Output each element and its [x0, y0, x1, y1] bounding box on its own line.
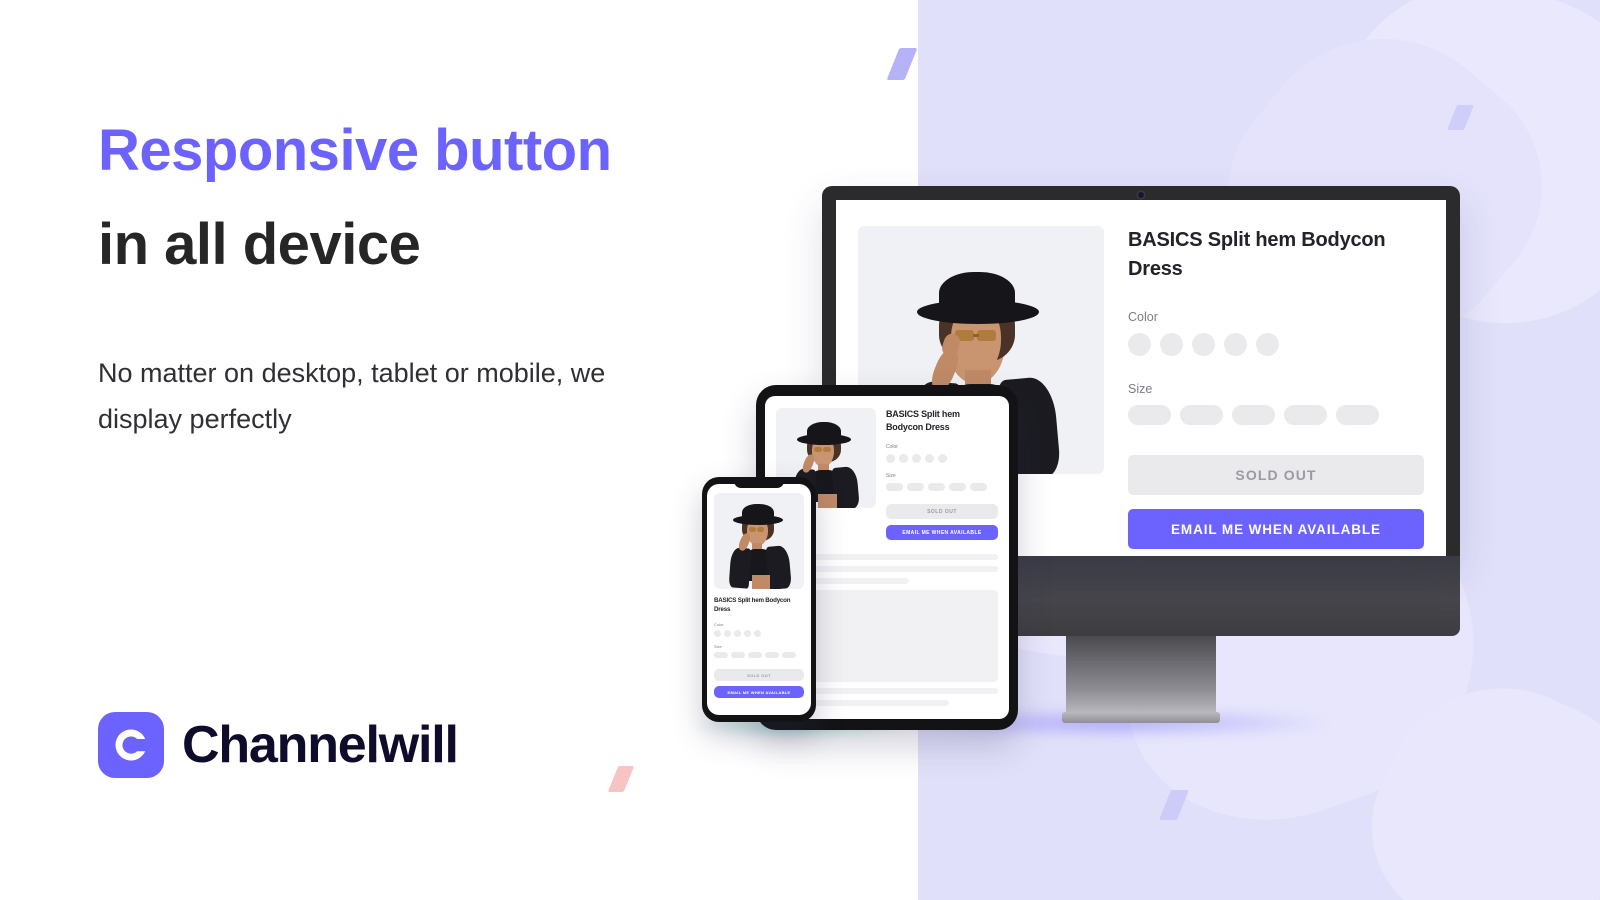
size-option-label: Size — [1128, 382, 1153, 396]
size-option-label: Size — [886, 473, 896, 480]
email-me-when-available-button[interactable]: EMAIL ME WHEN AVAILABLE — [714, 686, 804, 699]
color-swatch[interactable] — [1224, 333, 1247, 356]
phone-notch — [734, 484, 784, 488]
decor-diamond-pink — [607, 766, 635, 792]
size-swatch[interactable] — [714, 651, 728, 659]
size-swatch[interactable] — [782, 651, 796, 659]
size-swatch[interactable] — [1232, 405, 1275, 425]
decor-diamond-lavender — [1158, 790, 1190, 820]
sold-out-button: SOLD OUT — [714, 669, 804, 682]
product-title: BASICS Split hem Bodycon Dress — [714, 597, 791, 614]
product-info-desktop: BASICS Split hem Bodycon Dress Color Siz… — [1128, 226, 1424, 556]
sold-out-button: SOLD OUT — [1128, 455, 1424, 495]
size-swatch[interactable] — [748, 651, 762, 659]
color-swatch[interactable] — [724, 629, 731, 637]
color-swatch[interactable] — [754, 629, 761, 637]
color-option-label: Color — [714, 621, 724, 627]
size-swatch[interactable] — [949, 483, 966, 492]
size-swatch[interactable] — [886, 483, 903, 492]
brand-logo: Channelwill — [98, 712, 459, 778]
size-swatch[interactable] — [1284, 405, 1327, 425]
color-option-label: Color — [886, 444, 898, 451]
decor-diamond-lavender — [1446, 105, 1475, 130]
email-me-when-available-button[interactable]: EMAIL ME WHEN AVAILABLE — [1128, 509, 1424, 549]
color-swatch[interactable] — [938, 454, 947, 464]
color-swatch[interactable] — [925, 454, 934, 464]
color-swatch[interactable] — [744, 629, 751, 637]
product-info-tablet: BASICS Split hem Bodycon Dress Color Siz… — [886, 408, 998, 541]
color-swatch-group[interactable] — [886, 454, 998, 464]
product-title: BASICS Split hem Bodycon Dress — [1128, 229, 1386, 280]
headline-line-2: in all device — [98, 211, 421, 277]
page-title: Responsive button in all device — [98, 104, 758, 292]
product-title: BASICS Split hem Bodycon Dress — [886, 409, 960, 433]
brand-name: Channelwill — [182, 716, 459, 774]
decor-diamond-purple — [886, 48, 918, 80]
monitor-stand-base — [1062, 712, 1220, 723]
phone-screen: BASICS Split hem Bodycon Dress Color Siz… — [707, 484, 811, 715]
color-swatch[interactable] — [912, 454, 921, 464]
color-swatch-group[interactable] — [1128, 333, 1424, 356]
poster-canvas: Responsive button in all device No matte… — [0, 0, 1600, 900]
color-swatch[interactable] — [886, 454, 895, 464]
size-swatch[interactable] — [1180, 405, 1223, 425]
webcam-icon — [1138, 192, 1144, 198]
headline-line-1: Responsive button — [98, 118, 612, 183]
size-swatch[interactable] — [907, 483, 924, 492]
color-swatch[interactable] — [899, 454, 908, 464]
color-swatch[interactable] — [1160, 333, 1183, 356]
size-swatch-group[interactable] — [886, 483, 998, 492]
sold-out-button: SOLD OUT — [886, 504, 998, 520]
color-swatch[interactable] — [714, 629, 721, 637]
color-swatch[interactable] — [1256, 333, 1279, 356]
color-swatch[interactable] — [1128, 333, 1151, 356]
hero-copy: Responsive button in all device No matte… — [98, 104, 758, 443]
size-swatch[interactable] — [1128, 405, 1171, 425]
color-option-label: Color — [1128, 310, 1158, 324]
channelwill-c-logo-icon — [98, 712, 164, 778]
size-swatch[interactable] — [731, 651, 745, 659]
color-swatch-group[interactable] — [714, 629, 804, 637]
hero-subcopy: No matter on desktop, tablet or mobile, … — [98, 357, 606, 435]
color-swatch[interactable] — [734, 629, 741, 637]
size-swatch[interactable] — [1336, 405, 1379, 425]
color-swatch[interactable] — [1192, 333, 1215, 356]
product-image-phone — [714, 493, 804, 589]
size-swatch-group[interactable] — [714, 651, 804, 659]
size-option-label: Size — [714, 643, 722, 649]
device-phone: BASICS Split hem Bodycon Dress Color Siz… — [702, 477, 816, 722]
email-me-when-available-button[interactable]: EMAIL ME WHEN AVAILABLE — [886, 525, 998, 541]
monitor-stand-neck — [1066, 636, 1216, 712]
size-swatch[interactable] — [928, 483, 945, 492]
size-swatch[interactable] — [765, 651, 779, 659]
size-swatch[interactable] — [970, 483, 987, 492]
size-swatch-group[interactable] — [1128, 405, 1424, 425]
